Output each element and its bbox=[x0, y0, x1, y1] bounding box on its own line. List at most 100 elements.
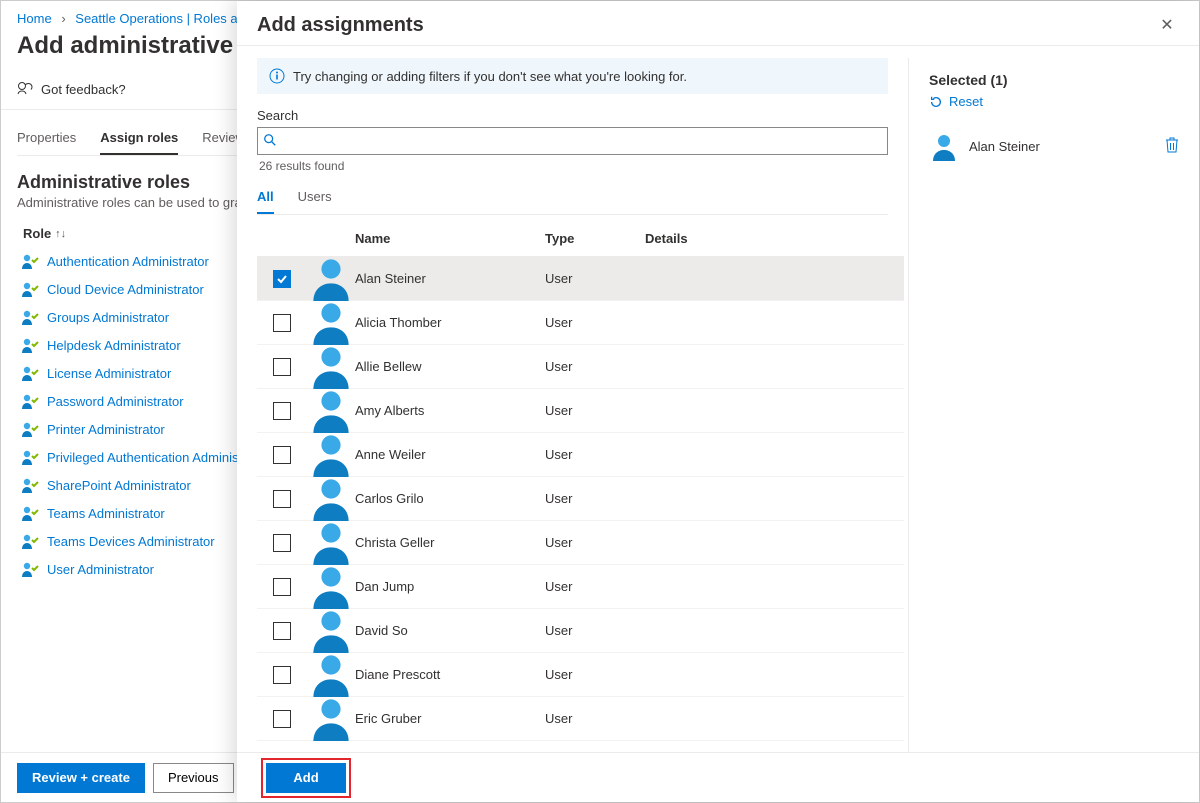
role-icon bbox=[21, 504, 39, 522]
role-link[interactable]: Teams Devices Administrator bbox=[47, 534, 215, 549]
row-type: User bbox=[545, 667, 645, 682]
grid-row[interactable]: Allie Bellew User bbox=[257, 345, 904, 389]
row-checkbox[interactable] bbox=[273, 358, 291, 376]
grid-row[interactable]: Anne Weiler User bbox=[257, 433, 904, 477]
row-checkbox[interactable] bbox=[273, 710, 291, 728]
delete-icon[interactable] bbox=[1165, 137, 1179, 156]
row-type: User bbox=[545, 271, 645, 286]
row-name: Alicia Thomber bbox=[355, 315, 545, 330]
selected-item: Alan Steiner bbox=[929, 125, 1179, 167]
row-checkbox[interactable] bbox=[273, 622, 291, 640]
grid-row[interactable]: Alicia Thomber User bbox=[257, 301, 904, 345]
panel-footer: Add bbox=[237, 752, 1199, 802]
col-type[interactable]: Type bbox=[545, 231, 645, 246]
role-link[interactable]: Cloud Device Administrator bbox=[47, 282, 204, 297]
add-assignments-panel: Add assignments ✕ Try changing or adding… bbox=[237, 1, 1199, 802]
role-icon bbox=[21, 280, 39, 298]
grid-header: Name Type Details bbox=[257, 221, 904, 257]
grid-row[interactable]: Christa Geller User bbox=[257, 521, 904, 565]
row-name: David So bbox=[355, 623, 545, 638]
row-name: Eric Gruber bbox=[355, 711, 545, 726]
role-link[interactable]: License Administrator bbox=[47, 366, 171, 381]
tab-users[interactable]: Users bbox=[298, 183, 332, 214]
grid-row[interactable]: David So User bbox=[257, 609, 904, 653]
row-type: User bbox=[545, 579, 645, 594]
row-name: Allie Bellew bbox=[355, 359, 545, 374]
row-type: User bbox=[545, 403, 645, 418]
results-grid[interactable]: Name Type Details Alan Steiner User Alic… bbox=[257, 221, 908, 752]
role-link[interactable]: Printer Administrator bbox=[47, 422, 165, 437]
row-checkbox[interactable] bbox=[273, 534, 291, 552]
user-avatar-icon bbox=[929, 131, 959, 161]
row-type: User bbox=[545, 447, 645, 462]
info-icon bbox=[269, 68, 285, 84]
selected-pane: Selected (1) Reset Alan Steiner bbox=[909, 58, 1199, 752]
info-bar: Try changing or adding filters if you do… bbox=[257, 58, 888, 94]
grid-row[interactable]: Diane Prescott User bbox=[257, 653, 904, 697]
row-name: Amy Alberts bbox=[355, 403, 545, 418]
col-details[interactable]: Details bbox=[645, 231, 904, 246]
row-type: User bbox=[545, 623, 645, 638]
grid-row[interactable]: Dan Jump User bbox=[257, 565, 904, 609]
tab-properties[interactable]: Properties bbox=[17, 124, 76, 155]
role-link[interactable]: Password Administrator bbox=[47, 394, 184, 409]
role-link[interactable]: SharePoint Administrator bbox=[47, 478, 191, 493]
col-name[interactable]: Name bbox=[355, 231, 545, 246]
chevron-right-icon: › bbox=[61, 11, 65, 26]
row-checkbox[interactable] bbox=[273, 490, 291, 508]
role-link[interactable]: Helpdesk Administrator bbox=[47, 338, 181, 353]
results-count: 26 results found bbox=[257, 155, 888, 183]
row-checkbox[interactable] bbox=[273, 666, 291, 684]
row-type: User bbox=[545, 491, 645, 506]
search-label: Search bbox=[257, 108, 888, 123]
row-checkbox[interactable] bbox=[273, 446, 291, 464]
tab-all[interactable]: All bbox=[257, 183, 274, 214]
feedback-text: Got feedback? bbox=[41, 82, 126, 97]
reset-button[interactable]: Reset bbox=[929, 94, 1179, 109]
row-name: Carlos Grilo bbox=[355, 491, 545, 506]
grid-row[interactable]: Alan Steiner User bbox=[257, 257, 904, 301]
user-avatar-icon bbox=[307, 729, 355, 744]
review-create-button[interactable]: Review + create bbox=[17, 763, 145, 793]
row-type: User bbox=[545, 315, 645, 330]
row-checkbox[interactable] bbox=[273, 402, 291, 420]
row-type: User bbox=[545, 359, 645, 374]
row-checkbox[interactable] bbox=[273, 270, 291, 288]
role-icon bbox=[21, 336, 39, 354]
role-icon bbox=[21, 448, 39, 466]
previous-button[interactable]: Previous bbox=[153, 763, 234, 793]
sub-tabs: All Users bbox=[257, 183, 888, 215]
grid-row[interactable]: Eric Gruber User bbox=[257, 697, 904, 741]
add-button[interactable]: Add bbox=[266, 763, 346, 793]
row-type: User bbox=[545, 711, 645, 726]
selected-heading: Selected (1) bbox=[929, 72, 1179, 88]
grid-row[interactable]: Amy Alberts User bbox=[257, 389, 904, 433]
row-checkbox[interactable] bbox=[273, 314, 291, 332]
search-input[interactable] bbox=[257, 127, 888, 155]
row-name: Dan Jump bbox=[355, 579, 545, 594]
row-name: Christa Geller bbox=[355, 535, 545, 550]
role-icon bbox=[21, 308, 39, 326]
role-link[interactable]: Authentication Administrator bbox=[47, 254, 209, 269]
row-name: Alan Steiner bbox=[355, 271, 545, 286]
role-link[interactable]: Groups Administrator bbox=[47, 310, 169, 325]
role-link[interactable]: User Administrator bbox=[47, 562, 154, 577]
search-icon bbox=[263, 133, 277, 150]
breadcrumb-link[interactable]: Seattle Operations | Roles and bbox=[75, 11, 252, 26]
role-link[interactable]: Teams Administrator bbox=[47, 506, 165, 521]
tab-assign-roles[interactable]: Assign roles bbox=[100, 124, 178, 155]
role-icon bbox=[21, 476, 39, 494]
role-icon bbox=[21, 532, 39, 550]
grid-row[interactable]: Carlos Grilo User bbox=[257, 477, 904, 521]
feedback-icon bbox=[17, 80, 33, 99]
role-icon bbox=[21, 252, 39, 270]
reset-icon bbox=[929, 95, 943, 109]
breadcrumb-home[interactable]: Home bbox=[17, 11, 52, 26]
row-type: User bbox=[545, 535, 645, 550]
role-link[interactable]: Privileged Authentication Administ… bbox=[47, 450, 255, 465]
role-icon bbox=[21, 560, 39, 578]
add-button-highlight: Add bbox=[261, 758, 351, 798]
close-icon[interactable]: ✕ bbox=[1155, 13, 1179, 37]
row-checkbox[interactable] bbox=[273, 578, 291, 596]
row-name: Diane Prescott bbox=[355, 667, 545, 682]
